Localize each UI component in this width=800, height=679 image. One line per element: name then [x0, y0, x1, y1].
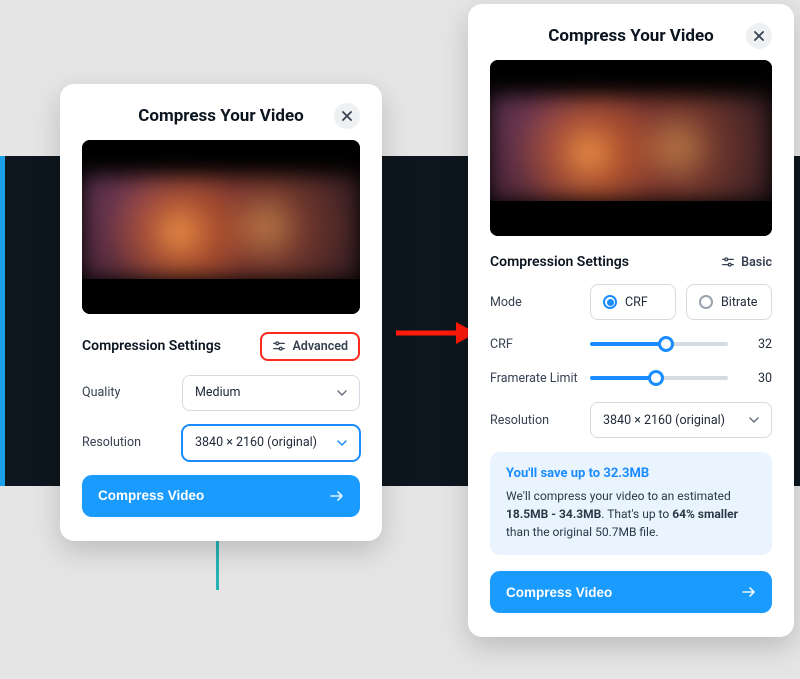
video-thumbnail: [490, 60, 772, 236]
mode-option-bitrate-label: Bitrate: [721, 295, 757, 310]
fps-slider-knob[interactable]: [648, 370, 664, 386]
resolution-row: Resolution 3840 × 2160 (original): [82, 425, 360, 461]
quality-label: Quality: [82, 385, 182, 400]
resolution-row: Resolution 3840 × 2160 (original): [490, 402, 772, 438]
fps-row: Framerate Limit 30: [490, 368, 772, 388]
mode-option-crf-label: CRF: [625, 295, 648, 310]
settings-header: Compression Settings Basic: [490, 254, 772, 270]
mode-radio-group: CRF Bitrate: [590, 284, 772, 320]
compress-button-label: Compress Video: [98, 488, 204, 503]
compress-button[interactable]: Compress Video: [82, 475, 360, 517]
compress-dialog-advanced: Compress Your Video Compression Settings…: [468, 4, 794, 637]
savings-body: We'll compress your video to an estimate…: [506, 487, 756, 541]
mode-row: Mode CRF Bitrate: [490, 284, 772, 320]
crf-slider-knob[interactable]: [658, 336, 674, 352]
sliders-icon: [721, 255, 735, 269]
compress-dialog-basic: Compress Your Video Compression Settings…: [60, 84, 382, 541]
mode-label: Mode: [490, 295, 590, 310]
resolution-value: 3840 × 2160 (original): [603, 413, 725, 428]
close-button[interactable]: [746, 23, 772, 49]
mode-option-bitrate[interactable]: Bitrate: [686, 284, 772, 320]
resolution-value: 3840 × 2160 (original): [195, 435, 317, 450]
advanced-toggle[interactable]: Advanced: [260, 332, 360, 361]
radio-icon: [603, 295, 617, 309]
compress-button-label: Compress Video: [506, 585, 612, 600]
transition-arrow-icon: [394, 320, 476, 346]
crf-slider-fill: [590, 342, 666, 346]
basic-toggle-label: Basic: [741, 255, 772, 270]
radio-icon: [699, 295, 713, 309]
close-button[interactable]: [334, 103, 360, 129]
close-icon: [342, 111, 352, 121]
fps-slider-fill: [590, 376, 656, 380]
savings-title: You'll save up to 32.3MB: [506, 466, 756, 481]
chevron-down-icon: [749, 417, 759, 423]
video-thumbnail: [82, 140, 360, 314]
crf-value: 32: [742, 337, 772, 352]
crf-row: CRF 32: [490, 334, 772, 354]
arrow-right-icon: [742, 587, 756, 597]
dialog-title: Compress Your Video: [138, 106, 303, 126]
savings-info: You'll save up to 32.3MB We'll compress …: [490, 452, 772, 555]
fps-label: Framerate Limit: [490, 371, 590, 386]
quality-select[interactable]: Medium: [182, 375, 360, 411]
fps-value: 30: [742, 371, 772, 386]
settings-title: Compression Settings: [490, 254, 629, 270]
resolution-select[interactable]: 3840 × 2160 (original): [182, 425, 360, 461]
settings-title: Compression Settings: [82, 338, 221, 354]
fps-slider[interactable]: [590, 368, 728, 388]
chevron-down-icon: [337, 390, 347, 396]
basic-toggle[interactable]: Basic: [721, 255, 772, 270]
mode-option-crf[interactable]: CRF: [590, 284, 676, 320]
arrow-right-icon: [330, 491, 344, 501]
compress-button[interactable]: Compress Video: [490, 571, 772, 613]
chevron-down-icon: [337, 440, 347, 446]
close-icon: [754, 31, 764, 41]
dialog-header: Compress Your Video: [490, 26, 772, 46]
advanced-toggle-label: Advanced: [292, 339, 348, 354]
dialog-title: Compress Your Video: [548, 26, 713, 46]
quality-value: Medium: [195, 385, 240, 400]
quality-row: Quality Medium: [82, 375, 360, 411]
resolution-label: Resolution: [82, 435, 182, 450]
settings-header: Compression Settings Advanced: [82, 332, 360, 361]
resolution-select[interactable]: 3840 × 2160 (original): [590, 402, 772, 438]
resolution-label: Resolution: [490, 413, 590, 428]
crf-slider[interactable]: [590, 334, 728, 354]
crf-label: CRF: [490, 337, 590, 352]
dialog-header: Compress Your Video: [82, 106, 360, 126]
sliders-icon: [272, 339, 286, 353]
